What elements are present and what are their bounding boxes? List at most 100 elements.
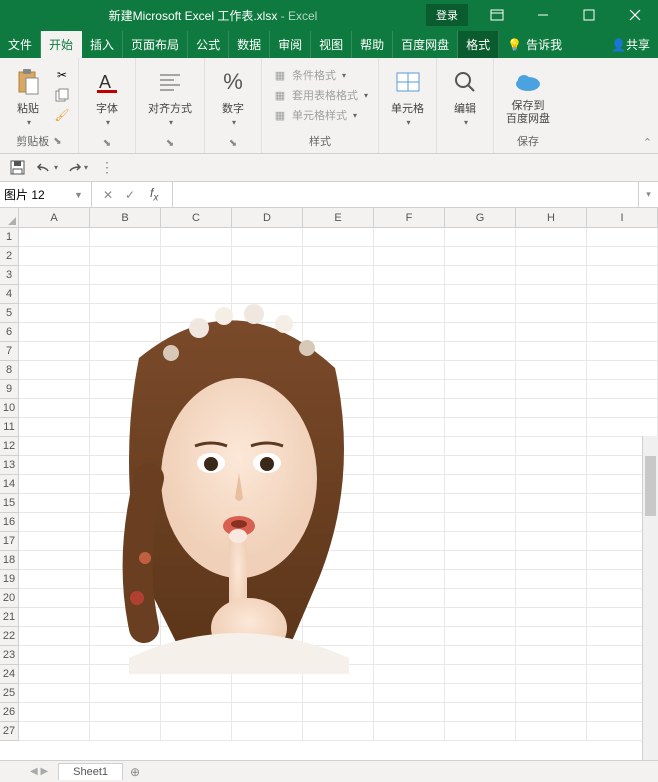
login-button[interactable]: 登录 xyxy=(426,4,468,26)
qat-customize[interactable]: ⋮ xyxy=(96,157,118,179)
cancel-icon[interactable]: ✕ xyxy=(100,188,116,202)
cell[interactable] xyxy=(445,722,516,741)
cell[interactable] xyxy=(374,266,445,285)
cell[interactable] xyxy=(587,323,658,342)
cell[interactable] xyxy=(587,285,658,304)
tellme[interactable]: 💡 告诉我 xyxy=(499,31,570,58)
cell[interactable] xyxy=(232,722,303,741)
save-baidu-button[interactable]: 保存到 百度网盘 xyxy=(500,62,556,130)
row-header[interactable]: 26 xyxy=(0,703,19,722)
row-header[interactable]: 24 xyxy=(0,665,19,684)
cell[interactable] xyxy=(19,589,90,608)
cell[interactable] xyxy=(232,703,303,722)
cell[interactable] xyxy=(445,494,516,513)
cell[interactable] xyxy=(587,342,658,361)
cell[interactable] xyxy=(374,722,445,741)
cell[interactable] xyxy=(445,323,516,342)
cell[interactable] xyxy=(19,228,90,247)
cell[interactable] xyxy=(516,266,587,285)
row-header[interactable]: 10 xyxy=(0,399,19,418)
cell[interactable] xyxy=(374,247,445,266)
cell[interactable] xyxy=(19,247,90,266)
cell[interactable] xyxy=(19,456,90,475)
copy-button[interactable] xyxy=(52,86,72,104)
table-format-button[interactable]: ▦套用表格格式▾ xyxy=(270,86,370,104)
conditional-format-button[interactable]: ▦条件格式▾ xyxy=(270,66,370,84)
cell[interactable] xyxy=(516,285,587,304)
cell[interactable] xyxy=(516,646,587,665)
cell[interactable] xyxy=(19,665,90,684)
cell[interactable] xyxy=(303,228,374,247)
cell[interactable] xyxy=(445,646,516,665)
cell[interactable] xyxy=(516,665,587,684)
cell[interactable] xyxy=(303,247,374,266)
cell[interactable] xyxy=(445,247,516,266)
cell[interactable] xyxy=(161,722,232,741)
cell[interactable] xyxy=(19,399,90,418)
cell[interactable] xyxy=(587,399,658,418)
cell[interactable] xyxy=(19,551,90,570)
cell[interactable] xyxy=(516,380,587,399)
cells-button[interactable]: 单元格 ▾ xyxy=(385,62,430,131)
cell[interactable] xyxy=(90,247,161,266)
cell[interactable] xyxy=(587,266,658,285)
cell[interactable] xyxy=(19,342,90,361)
cell[interactable] xyxy=(516,342,587,361)
column-header[interactable]: A xyxy=(19,208,90,228)
number-button[interactable]: % 数字 ▾ xyxy=(211,62,255,131)
tab-insert[interactable]: 插入 xyxy=(82,31,123,58)
tab-data[interactable]: 数据 xyxy=(229,31,270,58)
cut-button[interactable]: ✂ xyxy=(52,66,72,84)
paste-button[interactable]: 粘贴 ▾ xyxy=(6,62,50,131)
format-painter-button[interactable]: 🖌 xyxy=(52,106,72,124)
cell[interactable] xyxy=(587,247,658,266)
cell[interactable] xyxy=(445,703,516,722)
cell[interactable] xyxy=(516,304,587,323)
cell[interactable] xyxy=(232,247,303,266)
cell[interactable] xyxy=(587,418,658,437)
cell[interactable] xyxy=(19,304,90,323)
row-header[interactable]: 21 xyxy=(0,608,19,627)
undo-button[interactable]: ▾ xyxy=(36,157,58,179)
row-header[interactable]: 19 xyxy=(0,570,19,589)
column-header[interactable]: F xyxy=(374,208,445,228)
row-header[interactable]: 22 xyxy=(0,627,19,646)
tab-review[interactable]: 审阅 xyxy=(270,31,311,58)
tab-layout[interactable]: 页面布局 xyxy=(123,31,188,58)
cell[interactable] xyxy=(516,570,587,589)
cell[interactable] xyxy=(445,475,516,494)
cell[interactable] xyxy=(303,684,374,703)
maximize-button[interactable] xyxy=(566,0,612,30)
cell[interactable] xyxy=(445,551,516,570)
cell[interactable] xyxy=(90,703,161,722)
enter-icon[interactable]: ✓ xyxy=(122,188,138,202)
vertical-scrollbar[interactable] xyxy=(642,436,658,764)
column-header[interactable]: I xyxy=(587,208,658,228)
add-sheet-button[interactable]: ⊕ xyxy=(125,765,145,779)
cell[interactable] xyxy=(587,304,658,323)
cell[interactable] xyxy=(19,380,90,399)
row-header[interactable]: 17 xyxy=(0,532,19,551)
cell[interactable] xyxy=(516,361,587,380)
column-header[interactable]: H xyxy=(516,208,587,228)
name-box-input[interactable] xyxy=(4,188,74,202)
row-header[interactable]: 5 xyxy=(0,304,19,323)
column-header[interactable]: G xyxy=(445,208,516,228)
cell[interactable] xyxy=(516,418,587,437)
cell-grid[interactable] xyxy=(19,228,658,741)
cell[interactable] xyxy=(445,228,516,247)
cell[interactable] xyxy=(445,399,516,418)
redo-button[interactable]: ▾ xyxy=(66,157,88,179)
cell[interactable] xyxy=(19,570,90,589)
fx-icon[interactable]: fx xyxy=(144,186,164,203)
cell[interactable] xyxy=(161,247,232,266)
cell[interactable] xyxy=(232,266,303,285)
cell[interactable] xyxy=(445,570,516,589)
cell[interactable] xyxy=(516,247,587,266)
cell[interactable] xyxy=(19,703,90,722)
cell[interactable] xyxy=(587,361,658,380)
font-button[interactable]: A 字体 ▾ xyxy=(85,62,129,131)
tab-file[interactable]: 文件 xyxy=(0,31,41,58)
cell[interactable] xyxy=(445,380,516,399)
row-header[interactable]: 8 xyxy=(0,361,19,380)
